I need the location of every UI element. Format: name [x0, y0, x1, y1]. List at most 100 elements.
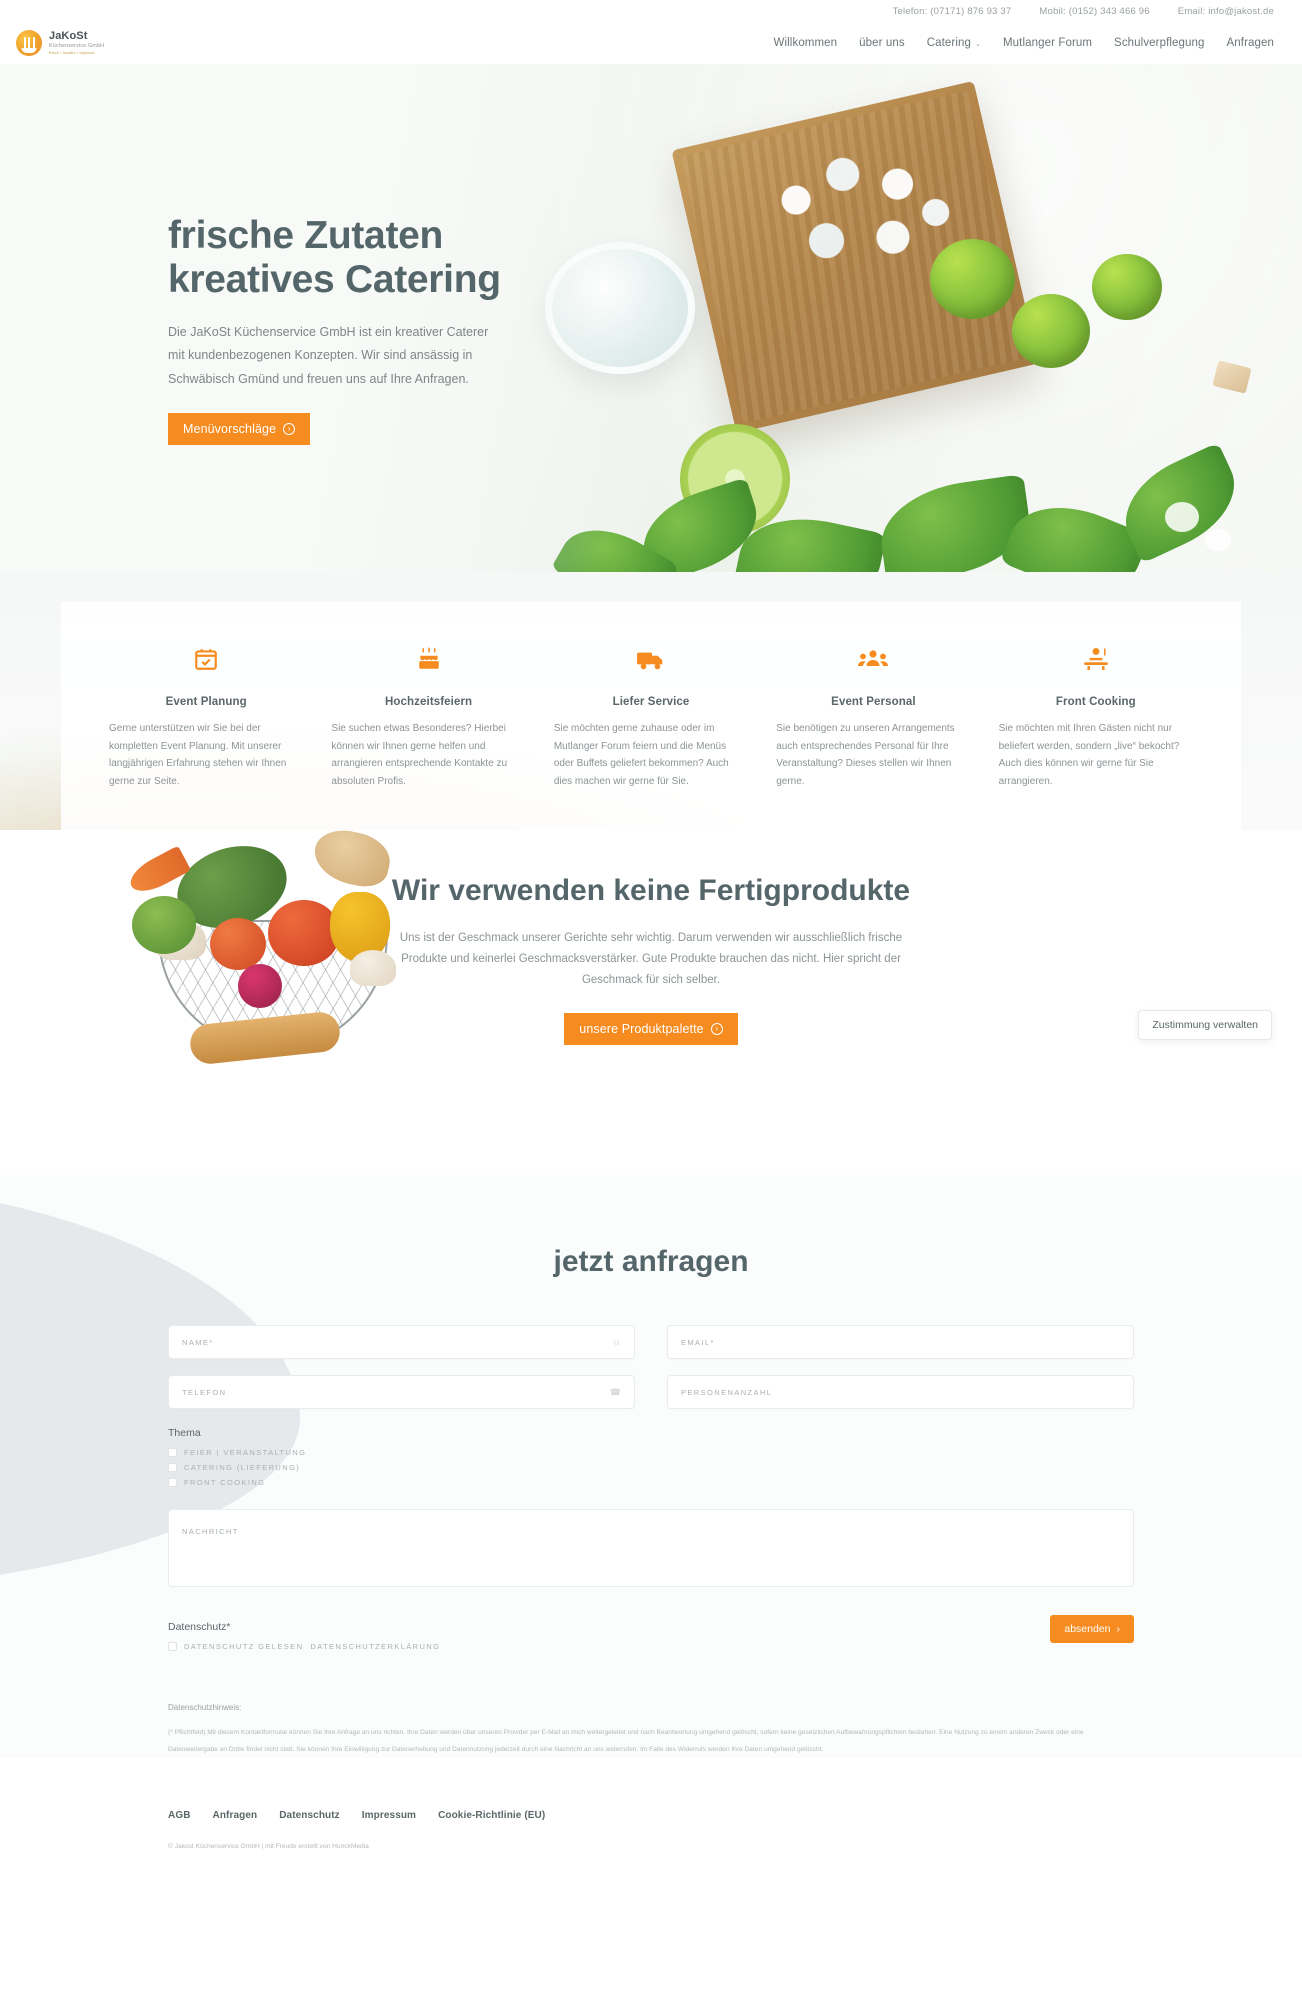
personenanzahl-input-label: PERSONENANZAHL — [681, 1387, 773, 1397]
service-text: Sie benötigen zu unseren Arrangements au… — [776, 723, 955, 787]
chevron-down-icon: ⌄ — [975, 41, 981, 48]
button-label: unsere Produktpalette — [579, 1022, 704, 1037]
delivery-truck-icon — [554, 644, 748, 674]
top-contact-bar: Telefon: (07171) 876 93 37 Mobil: (0152)… — [0, 0, 1302, 22]
service-card-hochzeitsfeiern[interactable]: Hochzeitsfeiern Sie suchen etwas Besonde… — [317, 644, 539, 790]
vegetable-basket-image — [118, 800, 438, 1100]
footer-link-impressum[interactable]: Impressum — [362, 1810, 416, 1821]
nav-label: Schulverpflegung — [1114, 37, 1205, 49]
menuvorschlaege-button[interactable]: Menüvorschläge › — [168, 412, 311, 445]
service-title: Event Planung — [165, 696, 247, 708]
service-title: Event Personal — [831, 696, 916, 708]
thema-option-front-cooking[interactable]: FRONT COOKING — [168, 1478, 1134, 1487]
site-footer: AGB Anfragen Datenschutz Impressum Cooki… — [0, 1758, 1302, 1879]
checkbox-icon[interactable] — [168, 1448, 177, 1457]
topbar-mobile[interactable]: Mobil: (0152) 343 466 96 — [1039, 6, 1149, 17]
checkbox-icon[interactable] — [168, 1478, 177, 1487]
form-row-1: NAME* ☺ EMAIL* — [168, 1325, 1134, 1359]
logo-icon — [16, 30, 42, 56]
logo-tagline: frisch • kreativ • regional — [49, 49, 95, 55]
thema-option-label: FRONT COOKING — [184, 1478, 266, 1487]
nav-item-mutlanger-forum[interactable]: Mutlanger Forum — [1003, 37, 1092, 49]
user-icon: ☺ — [611, 1337, 621, 1347]
email-input[interactable]: EMAIL* — [667, 1325, 1134, 1359]
datenschutzerklaerung-link[interactable]: DATENSCHUTZERKLÄRUNG — [310, 1642, 440, 1651]
radish-shape — [238, 964, 282, 1008]
name-input-label: NAME* — [182, 1337, 214, 1347]
footer-links: AGB Anfragen Datenschutz Impressum Cooki… — [168, 1810, 1302, 1821]
service-card-front-cooking[interactable]: Front Cooking Sie möchten mit Ihren Gäst… — [985, 644, 1207, 790]
nav-item-schulverpflegung[interactable]: Schulverpflegung — [1114, 37, 1204, 49]
nav-item-ueber-uns[interactable]: über uns — [859, 37, 905, 49]
telefon-input-label: TELEFON — [182, 1387, 227, 1397]
nav-item-willkommen[interactable]: Willkommen — [774, 37, 838, 49]
service-text: Sie suchen etwas Besonderes? Hierbei kön… — [331, 723, 508, 787]
service-card-event-planung[interactable]: Event Planung Gerne unterstützen wir Sie… — [95, 644, 317, 790]
arrow-right-circle-icon: › — [710, 1023, 723, 1036]
datenschutz-group-label: Datenschutz* — [168, 1621, 231, 1633]
hero-section: frische Zutaten kreatives Catering Die J… — [0, 64, 1302, 572]
services-card-row: Event Planung Gerne unterstützen wir Sie… — [61, 602, 1241, 830]
nachricht-textarea[interactable]: NACHRICHT — [168, 1509, 1134, 1587]
submit-row: Datenschutz* DATENSCHUTZ GELESEN DATENSC… — [168, 1603, 1134, 1657]
logo-subtitle: Küchenservice GmbH — [49, 42, 105, 49]
mushroom-shape — [350, 950, 396, 986]
footer-link-cookie-richtlinie[interactable]: Cookie-Richtlinie (EU) — [438, 1810, 545, 1821]
topbar-phone[interactable]: Telefon: (07171) 876 93 37 — [893, 6, 1012, 17]
nav-label: Anfragen — [1226, 37, 1274, 49]
absenden-button[interactable]: absenden › — [1050, 1615, 1134, 1643]
service-text: Sie möchten mit Ihren Gästen nicht nur b… — [998, 723, 1180, 787]
name-input[interactable]: NAME* ☺ — [168, 1325, 635, 1359]
footer-link-anfragen[interactable]: Anfragen — [213, 1810, 258, 1821]
service-card-event-personal[interactable]: Event Personal Sie benötigen zu unseren … — [762, 644, 984, 790]
thema-option-label: FEIER | VERANSTALTUNG — [184, 1448, 307, 1457]
site-header: JaKoSt Küchenservice GmbH frisch • kreat… — [0, 22, 1302, 64]
topbar-email[interactable]: Email: info@jakost.de — [1178, 6, 1274, 17]
service-card-liefer-service[interactable]: Liefer Service Sie möchten gerne zuhause… — [540, 644, 762, 790]
hero-heading: frische Zutaten kreatives Catering — [168, 214, 520, 301]
ginger-shape — [309, 824, 395, 892]
nav-label: über uns — [859, 37, 905, 49]
tomato-shape — [210, 918, 266, 970]
service-title: Front Cooking — [1055, 696, 1136, 708]
fresh-products-section: Wir verwenden keine Fertigprodukte Uns i… — [0, 824, 1302, 1175]
checkbox-icon[interactable] — [168, 1642, 177, 1651]
footer-link-agb[interactable]: AGB — [168, 1810, 191, 1821]
service-text: Sie möchten gerne zuhause oder im Mutlan… — [553, 723, 729, 787]
cake-icon — [331, 644, 525, 674]
hero-content: frische Zutaten kreatives Catering Die J… — [0, 64, 520, 445]
produktpalette-button[interactable]: unsere Produktpalette › — [564, 1013, 738, 1046]
tomato-shape — [268, 900, 340, 966]
form-title: jetzt anfragen — [553, 1245, 749, 1278]
datenschutz-checkbox-row[interactable]: DATENSCHUTZ GELESEN DATENSCHUTZERKLÄRUNG — [168, 1642, 1050, 1651]
thema-option-feier[interactable]: FEIER | VERANSTALTUNG — [168, 1448, 1134, 1457]
thema-option-catering[interactable]: CATERING (LIEFERUNG) — [168, 1463, 1134, 1472]
services-section: Event Planung Gerne unterstützen wir Sie… — [0, 572, 1302, 1112]
nav-item-anfragen[interactable]: Anfragen — [1227, 37, 1274, 49]
thema-group-label: Thema — [168, 1427, 201, 1439]
nav-item-catering[interactable]: Catering ⌄ — [927, 37, 981, 49]
telefon-input[interactable]: TELEFON ☎ — [168, 1375, 635, 1409]
inquiry-form: jetzt anfragen NAME* ☺ EMAIL* TELEFON ☎ … — [168, 1245, 1134, 1758]
email-input-label: EMAIL* — [681, 1337, 715, 1347]
site-logo[interactable]: JaKoSt Küchenservice GmbH frisch • kreat… — [16, 30, 104, 56]
button-label: absenden — [1064, 1623, 1111, 1635]
fresh-content: Wir verwenden keine Fertigprodukte Uns i… — [391, 830, 911, 1046]
footer-link-datenschutz[interactable]: Datenschutz — [279, 1810, 340, 1821]
consent-manage-badge[interactable]: Zustimmung verwalten — [1138, 1010, 1272, 1040]
hero-heading-line2: kreatives Catering — [168, 257, 501, 301]
datenschutz-check-label: DATENSCHUTZ GELESEN — [184, 1642, 304, 1651]
hero-heading-line1: frische Zutaten — [168, 214, 444, 257]
personenanzahl-input[interactable]: PERSONENANZAHL — [667, 1375, 1134, 1409]
nav-label: Willkommen — [773, 37, 838, 49]
hero-paragraph: Die JaKoSt Küchenservice GmbH ist ein kr… — [168, 325, 489, 386]
fresh-paragraph: Uns ist der Geschmack unserer Gerichte s… — [399, 931, 903, 987]
nav-label: Catering — [926, 37, 972, 49]
main-navigation: Willkommen über uns Catering ⌄ Mutlanger… — [774, 37, 1274, 49]
button-label: Menüvorschläge — [183, 421, 277, 436]
logo-text: JaKoSt Küchenservice GmbH frisch • kreat… — [49, 31, 104, 54]
checkbox-icon[interactable] — [168, 1463, 177, 1472]
form-row-2: TELEFON ☎ PERSONENANZAHL — [168, 1375, 1134, 1409]
nachricht-label: NACHRICHT — [182, 1527, 239, 1536]
service-title: Liefer Service — [612, 696, 690, 708]
